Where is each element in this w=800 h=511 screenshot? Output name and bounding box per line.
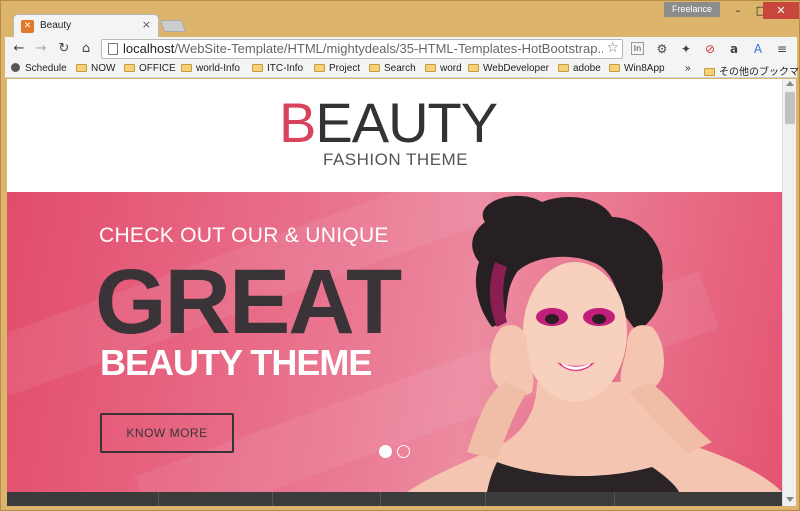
extension-puzzle-icon[interactable]: ✦ <box>678 41 694 57</box>
folder-icon <box>76 64 87 72</box>
site-header: BEAUTY FASHION THEME <box>7 79 782 192</box>
bookmark-office[interactable]: OFFICE <box>124 63 176 74</box>
title-bar: ✕ Beauty × Freelance – □ ✕ <box>1 1 800 38</box>
bookmark-adobe[interactable]: adobe <box>558 63 601 74</box>
site-logo[interactable]: BEAUTY <box>279 93 498 153</box>
new-tab-button[interactable] <box>159 20 187 32</box>
face-shape <box>523 262 627 402</box>
know-more-button[interactable]: KNOW MORE <box>100 413 234 453</box>
page-scrollbar[interactable] <box>782 79 796 506</box>
folder-icon <box>181 64 192 72</box>
reload-icon[interactable]: ↻ <box>55 40 73 58</box>
nav-divider <box>614 492 615 506</box>
nav-divider <box>272 492 273 506</box>
tab-title: Beauty <box>40 20 72 31</box>
bookmarks-bar: Schedule NOW OFFICE world-Info ITC-Info … <box>5 61 800 78</box>
bookmark-webdeveloper[interactable]: WebDeveloper <box>468 63 549 74</box>
favicon-icon: ✕ <box>21 20 34 33</box>
apple-icon <box>11 63 20 72</box>
folder-icon <box>314 64 325 72</box>
address-bar[interactable]: localhost/WebSite-Template/HTML/mightyde… <box>101 39 623 59</box>
model-photo <box>407 195 782 492</box>
folder-icon <box>704 68 715 76</box>
bookmark-search[interactable]: Search <box>369 63 416 74</box>
folder-icon <box>369 64 380 72</box>
tab-beauty[interactable]: ✕ Beauty × <box>13 14 159 38</box>
bookmark-itc-info[interactable]: ITC-Info <box>252 63 303 74</box>
home-icon[interactable]: ⌂ <box>77 40 95 58</box>
nav-divider <box>158 492 159 506</box>
bookmark-star-icon[interactable]: ☆ <box>606 40 619 56</box>
folder-icon <box>468 64 479 72</box>
menu-icon[interactable]: ≡ <box>774 41 790 57</box>
folder-icon <box>425 64 436 72</box>
eye-left <box>545 314 559 324</box>
nav-divider <box>485 492 486 506</box>
bookmark-now[interactable]: NOW <box>76 63 115 74</box>
tab-close-icon[interactable]: × <box>142 18 151 31</box>
hero-eyebrow: CHECK OUT OUR & UNIQUE <box>99 224 389 247</box>
bookmark-world-info[interactable]: world-Info <box>181 63 240 74</box>
eye-right <box>592 314 606 324</box>
folder-icon <box>124 64 135 72</box>
bookmarks-overflow-button[interactable]: » <box>685 63 691 74</box>
scroll-up-arrow-icon[interactable] <box>786 81 794 86</box>
bookmark-project[interactable]: Project <box>314 63 360 74</box>
scroll-down-arrow-icon[interactable] <box>786 497 794 502</box>
amazon-icon[interactable]: a <box>726 41 742 57</box>
close-window-button[interactable]: ✕ <box>763 2 799 19</box>
bookmark-schedule[interactable]: Schedule <box>11 63 67 74</box>
main-nav-bar <box>7 492 782 506</box>
folder-icon <box>609 64 620 72</box>
url-text: localhost/WebSite-Template/HTML/mightyde… <box>123 41 603 56</box>
bookmark-other[interactable]: その他のブックマーク <box>704 63 800 78</box>
browser-window: ✕ Beauty × Freelance – □ ✕ ← → ↻ ⌂ local… <box>0 0 800 511</box>
page-viewport: BEAUTY FASHION THEME CHECK OUT OUR & UNI… <box>7 79 782 506</box>
logo-tagline: FASHION THEME <box>323 150 469 169</box>
scroll-thumb[interactable] <box>785 92 795 124</box>
extension-ln-icon[interactable]: In <box>631 42 644 55</box>
bookmark-win8app[interactable]: Win8App <box>609 63 665 74</box>
hero-slider: CHECK OUT OUR & UNIQUE GREAT BEAUTY THEM… <box>7 192 782 492</box>
slider-dot-2[interactable] <box>397 445 410 458</box>
minimize-button[interactable]: – <box>726 2 750 19</box>
back-arrow-icon[interactable]: ← <box>10 40 28 58</box>
extension-ban-icon[interactable]: ⊘ <box>702 41 718 57</box>
browser-toolbar: ← → ↻ ⌂ localhost/WebSite-Template/HTML/… <box>5 37 797 61</box>
folder-icon <box>558 64 569 72</box>
page-icon <box>108 43 118 55</box>
folder-icon <box>252 64 263 72</box>
hero-headline: GREAT <box>95 251 402 353</box>
translate-icon[interactable]: A <box>750 41 766 57</box>
hero-subheadline: BEAUTY THEME <box>100 342 372 383</box>
gear-icon[interactable]: ⚙ <box>654 41 670 57</box>
shoulders-shape <box>407 382 782 492</box>
bookmark-word[interactable]: word <box>425 63 462 74</box>
forward-arrow-icon[interactable]: → <box>32 40 50 58</box>
nav-divider <box>380 492 381 506</box>
slider-dot-1[interactable] <box>379 445 392 458</box>
profile-badge[interactable]: Freelance <box>664 2 720 17</box>
